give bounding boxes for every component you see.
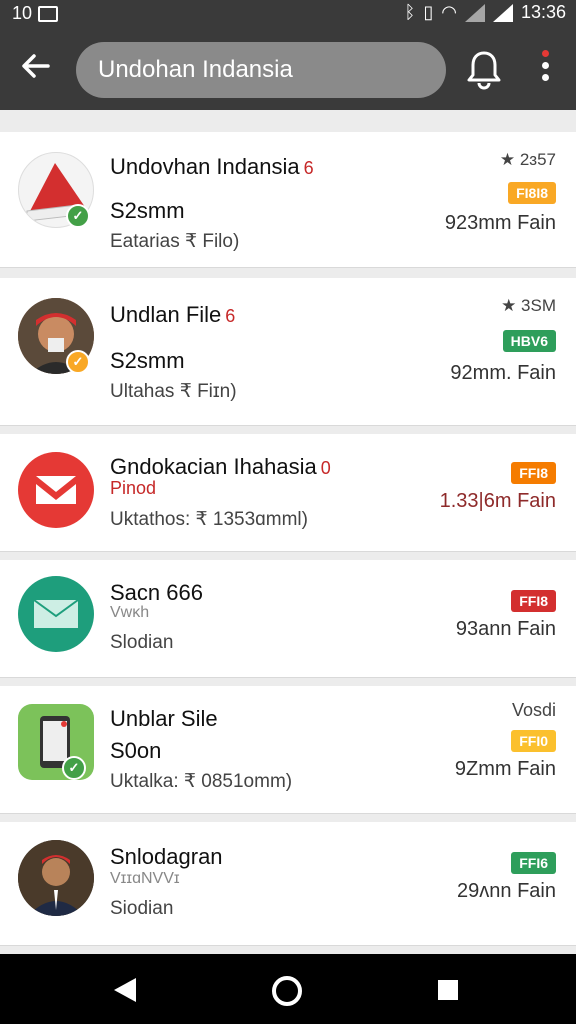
- status-badge: FFI6: [511, 852, 556, 874]
- nav-home-icon[interactable]: [272, 976, 302, 1006]
- list-item[interactable]: Gndokacian Ihahasia 0 Pinod Uktathos: ₹ 1…: [0, 434, 576, 552]
- item-meta: Ultahas ₹ Fiɪn): [110, 381, 237, 402]
- item-subtitle: Pinod: [110, 478, 157, 498]
- nav-back-icon[interactable]: [114, 978, 136, 1002]
- list-item[interactable]: ✓ Undovhan Indansia 6 S2smm Eatarias ₹ Fi…: [0, 132, 576, 268]
- arrow-back-icon[interactable]: [18, 48, 54, 84]
- nav-recents-icon[interactable]: [438, 980, 458, 1000]
- man-avatar: [18, 840, 94, 916]
- item-meta: Siodian: [110, 898, 174, 919]
- item-distance: 93ann Fain: [455, 618, 556, 640]
- mail-avatar: [18, 576, 94, 652]
- status-time: 13:36: [520, 2, 566, 22]
- item-subtitle: S2smm: [110, 348, 185, 373]
- image-icon: [38, 5, 59, 22]
- gmail-avatar: [18, 452, 94, 528]
- item-title: Sacn 666: [110, 580, 203, 605]
- item-meta: Slodian: [110, 632, 174, 653]
- list-item[interactable]: ✓ Unblar Sile S0on Uktalka: ₹ 0851omm) V…: [0, 686, 576, 814]
- flag-icon: 6: [303, 158, 314, 178]
- item-subtitle: Vwĸh: [110, 604, 150, 621]
- verified-badge-icon: ✓: [66, 350, 90, 374]
- item-title: Undlan File 6: [110, 302, 236, 327]
- vibrate-icon: ▯: [423, 2, 434, 22]
- list-item[interactable]: Snlodagran VɪɪɑNVVɪ Siodian FFI6 29ʌnn F…: [0, 822, 576, 946]
- verified-badge-icon: ✓: [62, 756, 86, 780]
- item-meta: Uktathos: ₹ 1353ɑmml): [110, 509, 308, 530]
- list-item[interactable]: Sacn 666 Vwĸh Slodian FFI8 93ann Fain: [0, 560, 576, 678]
- search-box[interactable]: [76, 42, 446, 98]
- bluetooth-icon: ᛒ: [404, 2, 416, 22]
- item-stat: ★ 2ɜ57: [499, 150, 556, 169]
- more-vertical-icon[interactable]: [538, 50, 552, 86]
- status-badge: FI8I8: [508, 182, 556, 204]
- search-input[interactable]: [98, 52, 428, 88]
- wifi-icon: ◠: [441, 2, 457, 22]
- status-left-text: 10: [12, 3, 33, 23]
- flag-icon: 6: [225, 306, 236, 326]
- verified-badge-icon: ✓: [66, 204, 90, 228]
- cell-signal-icon: [464, 3, 485, 22]
- item-distance: 92mm. Fain: [450, 362, 556, 384]
- item-subtitle: VɪɪɑNVVɪ: [110, 870, 180, 887]
- item-title: Snlodagran: [110, 844, 223, 869]
- status-badge: FFI8: [511, 590, 556, 612]
- item-title: Undovhan Indansia 6: [110, 154, 314, 179]
- system-nav-bar: [0, 954, 576, 1024]
- status-badge: HBV6: [502, 330, 556, 352]
- flag-icon: 0: [320, 458, 331, 478]
- item-title: Unblar Sile: [110, 706, 218, 731]
- item-stat: Vosdi: [511, 700, 556, 720]
- bell-icon[interactable]: [464, 48, 504, 92]
- item-distance: 9Zmm Fain: [454, 758, 556, 780]
- item-distance: 1.33|6m Fain: [439, 490, 556, 512]
- item-stat: ★ 3SM: [501, 296, 556, 315]
- app-top-bar: 10 ᛒ ▯ ◠ 13:36: [0, 0, 576, 110]
- cell-signal-icon: [492, 3, 513, 22]
- item-title: Gndokacian Ihahasia 0: [110, 454, 331, 479]
- item-subtitle: S0on: [110, 738, 162, 763]
- item-distance: 923mm Fain: [444, 212, 556, 234]
- status-bar: 10 ᛒ ▯ ◠ 13:36: [0, 0, 576, 28]
- item-meta: Uktalka: ₹ 0851omm): [110, 771, 293, 792]
- status-badge: FFI8: [511, 462, 556, 484]
- status-badge: FFI0: [511, 730, 556, 752]
- item-subtitle: S2smm: [110, 198, 185, 223]
- item-distance: 29ʌnn Fain: [457, 880, 556, 902]
- item-meta: Eatarias ₹ Filo): [110, 231, 240, 252]
- list-item[interactable]: ✓ Undlan File 6 S2smm Ultahas ₹ Fiɪn) ★ 3…: [0, 278, 576, 426]
